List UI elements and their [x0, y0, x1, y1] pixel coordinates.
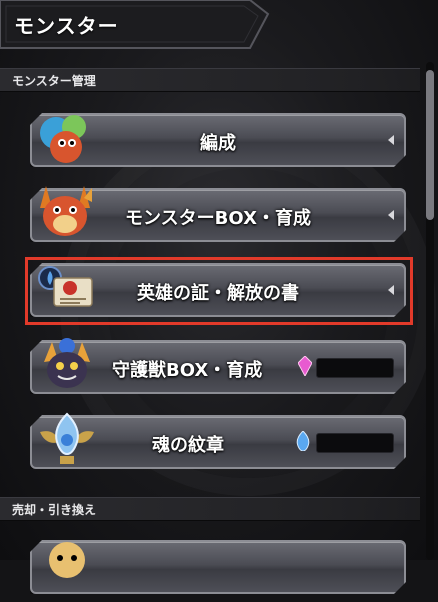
- scrollbar-thumb[interactable]: [426, 70, 434, 220]
- guardian-beast-icon: [44, 338, 90, 388]
- section-header-monster-management: モンスター管理: [0, 68, 420, 92]
- arrow-left-icon: [388, 210, 394, 220]
- guardian-gem-bar: [316, 358, 394, 378]
- soul-crest-icon: [40, 412, 94, 464]
- dragon-monster-icon: [40, 186, 92, 236]
- section-title: モンスター管理: [12, 74, 96, 88]
- soul-crest-gem-bar: [316, 433, 394, 453]
- monster-team-icon: [40, 115, 86, 163]
- section-title: 売却・引き換え: [12, 503, 97, 517]
- blue-flame-icon: [296, 431, 310, 451]
- page-header: モンスター: [0, 0, 270, 50]
- pink-crystal-icon: [298, 356, 312, 376]
- selection-highlight: [25, 257, 413, 325]
- monster-icon: [49, 542, 85, 578]
- section-header-sell-exchange: 売却・引き換え: [0, 497, 420, 521]
- arrow-left-icon: [388, 135, 394, 145]
- page-title: モンスター: [14, 14, 119, 38]
